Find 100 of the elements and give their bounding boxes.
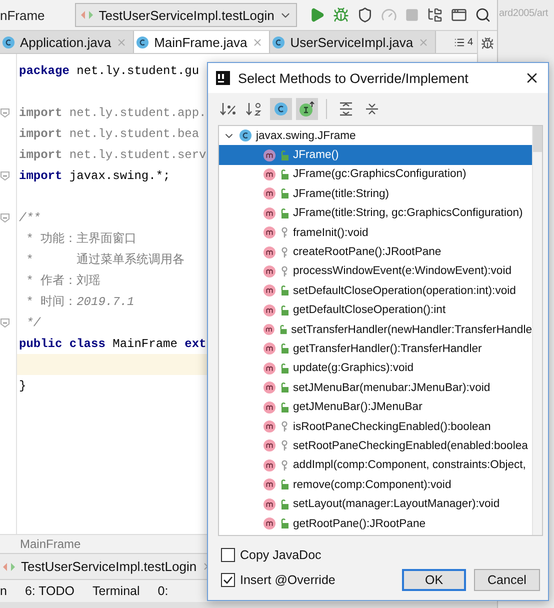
method-icon	[263, 206, 276, 220]
code-line: * 功能：主界面窗口	[25, 230, 137, 247]
code-line: * 时间：2019.7.1	[25, 294, 134, 310]
show-interfaces-button[interactable]	[296, 98, 318, 120]
search-icon[interactable]	[475, 7, 492, 23]
method-item[interactable]: getTransferHandler():TransferHandler	[219, 339, 532, 359]
method-item[interactable]: JFrame(title:String)	[219, 184, 532, 204]
check-icon	[223, 574, 233, 584]
method-icon	[263, 420, 276, 434]
method-item[interactable]: JFrame()	[219, 145, 532, 165]
checkbox[interactable]	[221, 548, 235, 562]
method-item[interactable]: getRootPane():JRootPane	[219, 514, 532, 534]
window-icon[interactable]	[451, 7, 468, 23]
dialog-button[interactable]: Cancel	[474, 568, 540, 590]
method-item[interactable]: JFrame(gc:GraphicsConfiguration)	[219, 164, 532, 184]
method-item[interactable]: setTransferHandler(newHandler:TransferHandle	[219, 320, 532, 340]
code-line: package net.ly.student.gu	[19, 64, 200, 78]
editor-tab[interactable]: Application.java	[0, 31, 134, 53]
expand-all-icon	[339, 102, 353, 116]
editor-tab[interactable]: UserServiceImpl.java	[270, 31, 436, 53]
fold-icon[interactable]	[0, 212, 10, 222]
class-icon	[272, 36, 286, 48]
class-icon	[136, 36, 150, 48]
debug-icon[interactable]	[333, 7, 350, 23]
fold-icon[interactable]	[0, 318, 10, 328]
project-structure-icon[interactable]	[427, 7, 444, 23]
method-icon	[263, 342, 276, 356]
app-logo-icon	[216, 71, 230, 85]
method-icon	[263, 362, 276, 375]
method-item[interactable]: isRootPaneCheckingEnabled():boolean	[219, 416, 532, 436]
fold-icon[interactable]	[0, 170, 10, 180]
method-icon	[263, 517, 276, 530]
editor-tab[interactable]: MainFrame.java	[134, 31, 270, 53]
bug-icon[interactable]	[481, 37, 494, 50]
method-item[interactable]: addImpl(comp:Component, constraints:Object,	[219, 456, 532, 476]
method-item[interactable]: setLayout(manager:LayoutManager):void	[219, 494, 532, 514]
method-icon	[263, 304, 276, 317]
code-line: import net.ly.student.app.	[19, 106, 206, 120]
code-line: import net.ly.student.bea	[19, 126, 200, 140]
tool-window-button[interactable]: 6: TODO	[24, 584, 75, 598]
code-line: public class MainFrame ext	[19, 336, 206, 350]
method-item[interactable]: setJMenuBar(menubar:JMenuBar):void	[219, 378, 532, 398]
code-line: import javax.swing.*;	[19, 168, 170, 182]
method-icon	[263, 284, 276, 298]
method-icon	[263, 226, 276, 240]
method-icon	[263, 381, 276, 394]
tree-node[interactable]: javax.swing.JFrame	[219, 126, 532, 146]
coverage-icon[interactable]	[357, 7, 374, 23]
interface-icon	[299, 101, 315, 117]
method-item[interactable]: setRootPaneCheckingEnabled(enabled:boolea	[219, 436, 532, 456]
checkbox-label[interactable]: Insert @Override	[240, 572, 336, 586]
method-item[interactable]: getJMenuBar():JMenuBar	[219, 397, 532, 417]
method-icon	[263, 478, 276, 492]
show-classes-button[interactable]	[270, 98, 292, 120]
tool-window-button[interactable]: 0:	[158, 584, 168, 598]
code-line: }	[19, 378, 26, 392]
code-line: * 通过菜单系统调用各	[25, 252, 185, 268]
tab-list-button[interactable]: 4	[454, 31, 477, 53]
background-text: ard2005/art	[499, 8, 548, 19]
method-icon	[263, 168, 276, 181]
method-icon	[263, 439, 276, 452]
class-filter-icon	[274, 102, 288, 116]
checkbox[interactable]	[221, 572, 235, 586]
code-line: */	[25, 316, 41, 330]
fold-icon[interactable]	[0, 108, 10, 118]
code-line: import net.ly.student.serv	[19, 148, 206, 162]
class-icon	[239, 129, 252, 142]
method-icon	[263, 458, 276, 472]
list-icon	[454, 36, 466, 48]
run-config-icon	[80, 10, 94, 20]
method-icon	[263, 264, 276, 278]
method-icon	[263, 187, 276, 200]
breadcrumb-item[interactable]: nFrame	[0, 8, 45, 22]
tool-window-button[interactable]: n	[0, 584, 7, 598]
run-config-dropdown[interactable]: TestUserServiceImpl.testLogin	[74, 3, 298, 27]
collapse-all-icon	[365, 102, 379, 116]
method-icon	[263, 400, 276, 414]
method-item[interactable]: frameInit():void	[219, 222, 532, 242]
method-icon	[263, 148, 276, 162]
method-item[interactable]: update(g:Graphics):void	[219, 358, 532, 378]
run-config-icon	[2, 562, 16, 572]
method-item[interactable]: createRootPane():JRootPane	[219, 242, 532, 262]
method-item[interactable]: remove(comp:Component):void	[219, 475, 532, 494]
dialog-title: Select Methods to Override/Implement	[238, 70, 470, 86]
method-item[interactable]: getDefaultCloseOperation():int	[219, 300, 532, 320]
method-item[interactable]: processWindowEvent(e:WindowEvent):void	[219, 262, 532, 282]
dialog-button[interactable]: OK	[402, 568, 466, 590]
tool-window-button[interactable]: Terminal	[92, 584, 140, 598]
code-line: /**	[19, 210, 41, 224]
run-icon[interactable]	[309, 7, 326, 23]
method-icon	[263, 323, 275, 336]
breadcrumb-item[interactable]: MainFrame	[20, 537, 81, 551]
method-icon	[263, 246, 276, 259]
class-icon	[2, 36, 15, 48]
scrollbar[interactable]	[532, 126, 542, 535]
checkbox-label[interactable]: Copy JavaDoc	[240, 548, 322, 562]
method-item[interactable]: JFrame(title:String, gc:GraphicsConfiguration)	[219, 204, 532, 223]
code-line: * 作者：刘瑶	[25, 273, 101, 289]
method-item[interactable]: setDefaultCloseOperation(operation:int):void	[219, 281, 532, 301]
sort-alphabetically-icon	[246, 102, 264, 116]
